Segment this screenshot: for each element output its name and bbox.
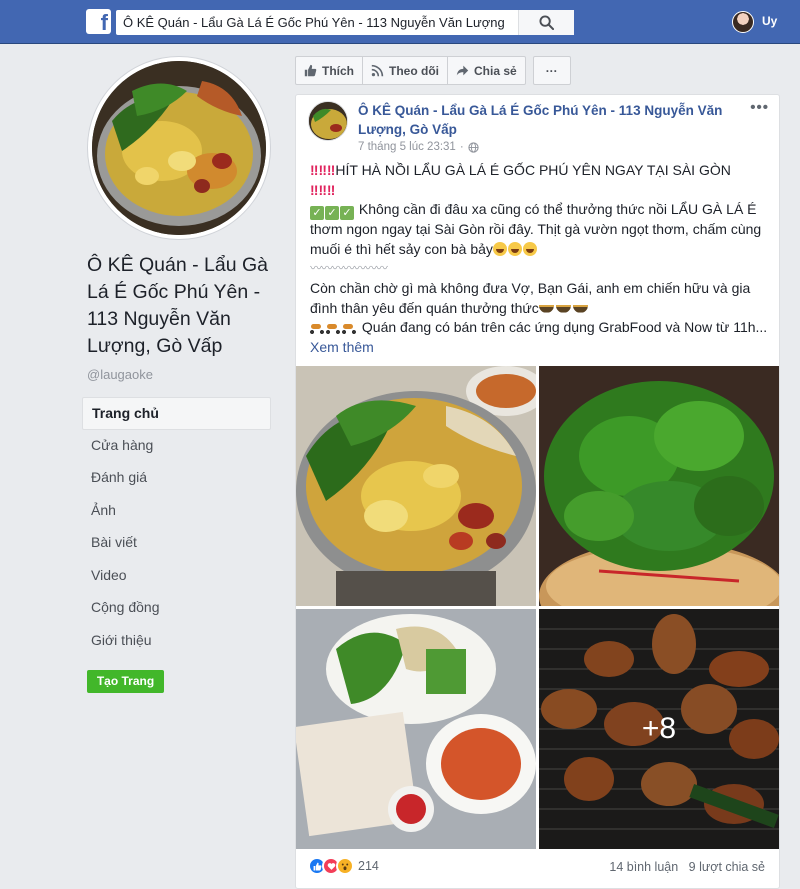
nav-item-videos[interactable]: Video — [82, 560, 271, 593]
check-mark-icon: ✓ — [310, 206, 324, 221]
more-photos-overlay[interactable]: +8 — [539, 609, 779, 849]
nav-item-shop[interactable]: Cửa hàng — [82, 430, 271, 463]
post-photo-herbs[interactable] — [539, 366, 779, 606]
post-card: Ô KÊ Quán - Lẩu Gà Lá É Gốc Phú Yên - 11… — [295, 94, 780, 889]
post-photo-grilled-chicken[interactable]: +8 — [539, 609, 779, 849]
shares-count-link[interactable]: 9 lượt chia sẻ — [689, 860, 765, 874]
laughing-emoji-icon — [507, 241, 522, 256]
nav-item-photos[interactable]: Ảnh — [82, 495, 271, 528]
share-button[interactable]: Chia sẻ — [448, 56, 526, 85]
post-author-avatar[interactable] — [308, 101, 348, 141]
post-options-icon[interactable]: ••• — [750, 99, 769, 116]
wow-reaction-icon — [336, 857, 354, 875]
see-more-link[interactable]: Xem thêm — [310, 339, 374, 355]
post-photo-hotpot[interactable] — [296, 366, 536, 606]
page-sidebar: Ô KÊ Quán - Lẩu Gà Lá É Gốc Phú Yên - 11… — [0, 45, 283, 889]
laughing-emoji-icon — [522, 241, 537, 256]
search-icon — [539, 15, 554, 30]
check-mark-icon: ✓ — [325, 206, 339, 221]
follow-button[interactable]: Theo dõi — [363, 56, 448, 85]
like-page-button[interactable]: Thích — [295, 56, 363, 85]
double-exclamation-icon: ‼‼‼ — [310, 162, 336, 178]
nav-item-reviews[interactable]: Đánh giá — [82, 462, 271, 495]
page-action-bar: Thích Theo dõi Chia sẻ ··· — [295, 56, 571, 85]
globe-icon — [468, 141, 479, 153]
reaction-count: 214 — [358, 859, 379, 873]
check-mark-icon: ✓ — [340, 206, 354, 221]
share-label: Chia sẻ — [474, 63, 517, 78]
post-paragraph-3: Quán đang có bán trên các ứng dụng GrabF… — [361, 319, 768, 336]
facebook-logo-icon[interactable]: f — [86, 9, 111, 35]
user-avatar[interactable] — [732, 11, 754, 33]
nav-item-home[interactable]: Trang chủ — [82, 397, 271, 430]
wavy-divider: 〰〰〰〰〰〰〰 — [310, 261, 388, 276]
nav-item-posts[interactable]: Bài viết — [82, 527, 271, 560]
post-body: ‼‼‼HÍT HÀ NỒI LẨU GÀ LÁ É GỐC PHÚ YÊN NG… — [310, 161, 770, 357]
post-author-link[interactable]: Ô KÊ Quán - Lẩu Gà Lá É Gốc Phú Yên - 11… — [358, 101, 748, 139]
pan-icon — [538, 304, 554, 313]
like-label: Thích — [322, 63, 354, 78]
scooter-icon — [342, 322, 356, 335]
rss-icon — [371, 64, 384, 77]
pan-icon — [555, 304, 571, 313]
page-username[interactable]: @laugaoke — [87, 367, 153, 382]
post-time-text: 7 tháng 5 lúc 23:31 — [358, 141, 456, 153]
scooter-icon — [310, 322, 324, 335]
reactions-summary[interactable]: 214 — [308, 857, 379, 875]
follow-label: Theo dõi — [389, 63, 439, 78]
search-box[interactable]: Ô KÊ Quán - Lẩu Gà Lá É Gốc Phú Yên - 11… — [116, 10, 574, 35]
post-headline: HÍT HÀ NỒI LẨU GÀ LÁ É GỐC PHÚ YÊN NGAY … — [335, 162, 731, 178]
nav-item-about[interactable]: Giới thiệu — [82, 625, 271, 658]
page-title[interactable]: Ô KÊ Quán - Lẩu Gà Lá É Gốc Phú Yên - 11… — [87, 252, 277, 360]
laughing-emoji-icon — [492, 241, 507, 256]
create-page-button[interactable]: Tạo Trang — [87, 670, 164, 693]
search-button[interactable] — [518, 10, 574, 35]
post-stats: 14 bình luận 9 lượt chia sẻ — [609, 860, 765, 874]
share-arrow-icon — [456, 65, 469, 76]
double-exclamation-icon: ‼‼‼ — [310, 181, 336, 198]
post-timestamp[interactable]: 7 tháng 5 lúc 23:31 · — [358, 141, 479, 153]
pan-icon — [572, 304, 588, 313]
search-input[interactable]: Ô KÊ Quán - Lẩu Gà Lá É Gốc Phú Yên - 11… — [123, 15, 518, 30]
post-paragraph-2: Còn chần chờ gì mà không đưa Vợ, Bạn Gái… — [310, 279, 751, 316]
more-options-button[interactable]: ··· — [532, 56, 571, 85]
comments-count-link[interactable]: 14 bình luận — [609, 860, 678, 874]
thumbs-up-icon — [304, 64, 317, 77]
scooter-icon — [326, 322, 340, 335]
post-photo-side-dishes[interactable] — [296, 609, 536, 849]
top-navigation-bar: f Ô KÊ Quán - Lẩu Gà Lá É Gốc Phú Yên - … — [0, 0, 800, 44]
page-profile-picture[interactable] — [88, 57, 270, 239]
nav-item-community[interactable]: Cộng đồng — [82, 592, 271, 625]
user-name-link[interactable]: Uy — [762, 14, 777, 28]
page-navigation: Trang chủ Cửa hàng Đánh giá Ảnh Bài viết… — [82, 397, 271, 657]
